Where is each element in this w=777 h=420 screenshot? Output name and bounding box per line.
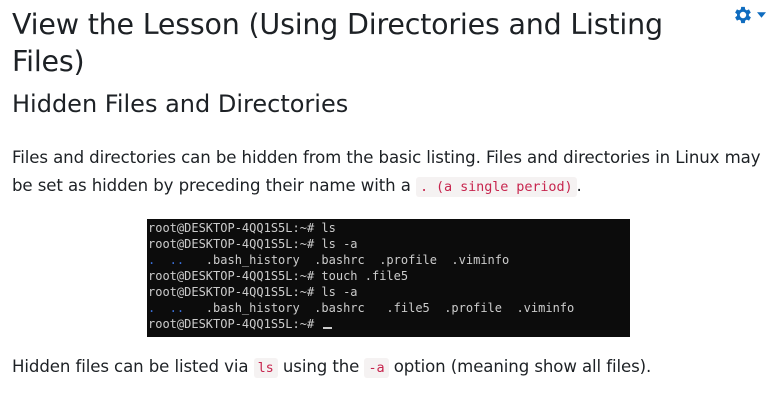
terminal-prompt: root@DESKTOP-4QQ1S5L:~# [148, 237, 315, 251]
terminal-line: root@DESKTOP-4QQ1S5L:~# [147, 316, 630, 332]
paragraph-text: Files and directories can be hidden from… [12, 148, 761, 195]
terminal-cursor [323, 327, 333, 329]
code-ls: ls [253, 358, 278, 378]
terminal-file-entries: .bash_history .bashrc .file5 .profile .v… [184, 301, 575, 315]
terminal-line: root@DESKTOP-4QQ1S5L:~# touch .file5 [147, 268, 630, 284]
paragraph-hidden-intro: Files and directories can be hidden from… [12, 144, 772, 201]
terminal-command: ls -a [314, 237, 358, 251]
terminal-dir-entries: . .. [148, 253, 185, 267]
terminal-line: root@DESKTOP-4QQ1S5L:~# ls -a [147, 284, 630, 300]
terminal-line: . .. .bash_history .bashrc .profile .vim… [147, 252, 630, 268]
terminal-line: root@DESKTOP-4QQ1S5L:~# ls -a [147, 236, 630, 252]
paragraph-text: option (meaning show all files). [388, 357, 652, 376]
settings-menu-button[interactable] [732, 4, 766, 26]
terminal-file-entries: .bash_history .bashrc .profile .viminfo [184, 253, 510, 267]
terminal-prompt: root@DESKTOP-4QQ1S5L:~# [148, 285, 315, 299]
terminal-prompt: root@DESKTOP-4QQ1S5L:~# [148, 269, 315, 283]
terminal-prompt: root@DESKTOP-4QQ1S5L:~# [148, 317, 315, 331]
paragraph-text: using the [277, 357, 365, 376]
terminal-command: ls [314, 221, 336, 235]
terminal-screenshot: root@DESKTOP-4QQ1S5L:~# ls root@DESKTOP-… [147, 219, 630, 337]
section-title: Hidden Files and Directories [12, 90, 349, 118]
terminal-command: touch .file5 [314, 269, 409, 283]
caret-down-icon [757, 12, 766, 18]
terminal-command: ls -a [314, 285, 358, 299]
page-title: View the Lesson (Using Directories and L… [12, 8, 663, 78]
terminal-dir-entries: . .. [148, 301, 185, 315]
terminal-command [314, 317, 321, 331]
paragraph-end: . [576, 176, 582, 195]
terminal-line: . .. .bash_history .bashrc .file5 .profi… [147, 300, 630, 316]
code-option-a: -a [364, 358, 389, 378]
paragraph-listing-hidden: Hidden files can be listed via ls using … [12, 353, 772, 382]
code-single-period: . (a single period) [415, 177, 577, 197]
gear-icon [735, 6, 751, 24]
terminal-prompt: root@DESKTOP-4QQ1S5L:~# [148, 221, 315, 235]
paragraph-text: Hidden files can be listed via [12, 357, 254, 376]
terminal-line: root@DESKTOP-4QQ1S5L:~# ls [147, 220, 630, 236]
